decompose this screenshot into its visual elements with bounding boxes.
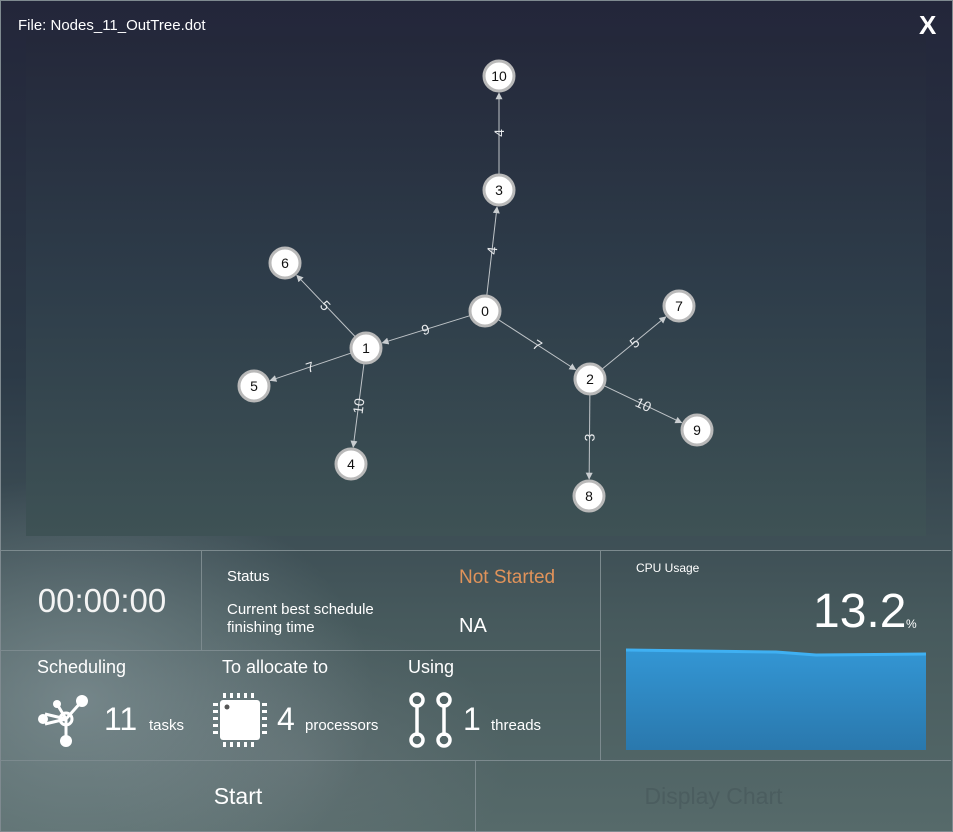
- edge-weight-0-2: 7: [530, 336, 545, 354]
- node-label: 10: [491, 68, 507, 84]
- task-unit: tasks: [149, 717, 185, 734]
- node-6[interactable]: 6: [268, 246, 302, 280]
- edge-weight-2-7: 5: [626, 334, 642, 351]
- node-9[interactable]: 9: [680, 413, 714, 447]
- edge-weight-2-9: 10: [633, 394, 654, 415]
- node-5[interactable]: 5: [237, 369, 271, 403]
- node-1[interactable]: 1: [349, 331, 383, 365]
- node-0[interactable]: 0: [468, 294, 502, 328]
- thread-unit: threads: [491, 717, 542, 734]
- status-label: Status: [227, 568, 270, 585]
- node-4[interactable]: 4: [334, 447, 368, 481]
- network-nodes-icon: [35, 692, 91, 753]
- node-7[interactable]: 7: [662, 289, 696, 323]
- using-title: Using: [408, 657, 455, 677]
- node-10[interactable]: 10: [482, 59, 516, 93]
- node-label: 4: [347, 456, 355, 472]
- edge-weight-1-5: 7: [304, 358, 317, 376]
- edge-weight-0-1: 9: [419, 321, 431, 339]
- node-label: 6: [281, 255, 289, 271]
- cpu-chip-icon: [211, 692, 269, 753]
- scheduling-title: Scheduling: [37, 657, 127, 677]
- file-name-label: File: Nodes_11_OutTree.dot: [18, 17, 206, 34]
- divider-cpu: [600, 551, 601, 761]
- node-2[interactable]: 2: [573, 362, 607, 396]
- display-chart-button[interactable]: Display Chart: [476, 761, 951, 831]
- node-label: 7: [675, 298, 683, 314]
- node-3[interactable]: 3: [482, 173, 516, 207]
- node-label: 3: [495, 182, 503, 198]
- best-schedule-value: NA: [459, 615, 487, 637]
- task-graph: 449757105103 012345678910: [237, 59, 714, 513]
- edge-weight-3-10: 4: [491, 129, 507, 137]
- edge-weight-2-8: 3: [581, 433, 597, 441]
- edge-weight-1-4: 10: [350, 397, 368, 415]
- node-label: 8: [585, 488, 593, 504]
- best-schedule-label: Current best schedule finishing time: [227, 601, 374, 636]
- start-button[interactable]: Start: [1, 761, 475, 831]
- node-8[interactable]: 8: [572, 479, 606, 513]
- cpu-usage-unit: %: [906, 617, 917, 631]
- cpu-usage-label: CPU Usage: [636, 561, 700, 575]
- status-value: Not Started: [459, 567, 556, 588]
- processor-unit: processors: [305, 717, 379, 734]
- cpu-usage-chart: [625, 640, 927, 757]
- elapsed-timer: 00:00:00: [37, 582, 167, 619]
- processor-count: 4: [277, 701, 295, 737]
- node-label: 1: [362, 340, 370, 356]
- graph-panel: 4 4 9 7 5 7 10 5 10 3 0 1 2 3 4 5 6 7 8 9 10: [26, 36, 926, 536]
- thread-count: 1: [463, 701, 481, 737]
- cpu-usage-value: 13.2: [813, 585, 907, 638]
- cpu-usage-area: [626, 650, 926, 750]
- node-label: 5: [250, 378, 258, 394]
- edge-weight-0-3: 4: [484, 246, 501, 256]
- node-label: 2: [586, 371, 594, 387]
- threads-icon: [406, 692, 456, 753]
- allocate-title: To allocate to: [222, 657, 329, 677]
- task-count: 11: [104, 701, 138, 737]
- node-label: 9: [693, 422, 701, 438]
- node-label: 0: [481, 303, 489, 319]
